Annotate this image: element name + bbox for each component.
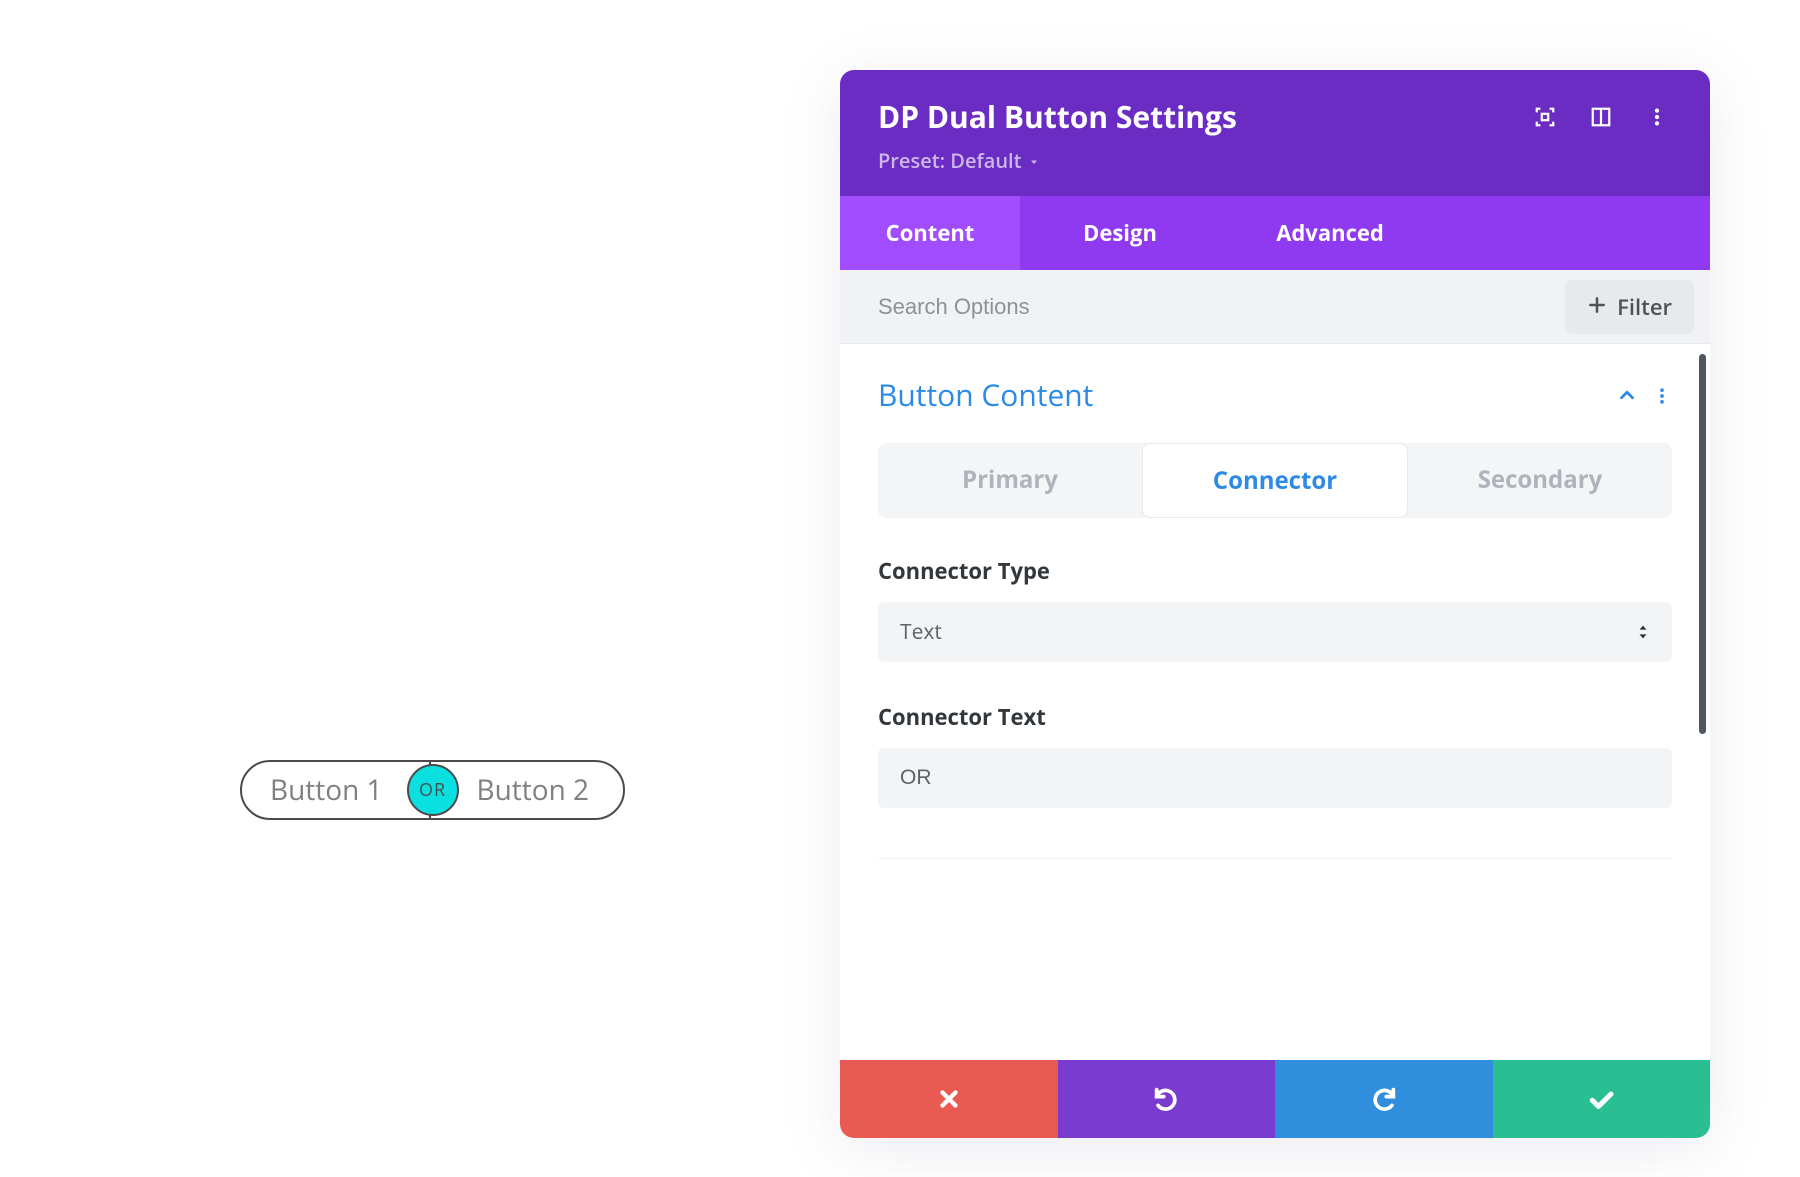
check-icon [1586, 1084, 1616, 1114]
columns-icon[interactable] [1590, 106, 1612, 128]
primary-button[interactable]: Button 1 [240, 760, 431, 820]
cancel-button[interactable] [840, 1060, 1058, 1138]
redo-button[interactable] [1275, 1060, 1493, 1138]
tab-design[interactable]: Design [1020, 196, 1220, 270]
scrollbar-thumb[interactable] [1699, 354, 1706, 734]
tab-advanced[interactable]: Advanced [1220, 196, 1440, 270]
dual-button-preview: Button 1 Button 2 OR [240, 760, 625, 820]
panel-header: DP Dual Button Settings [840, 70, 1710, 196]
main-tabs: Content Design Advanced [840, 196, 1710, 270]
save-button[interactable] [1493, 1060, 1711, 1138]
section-header[interactable]: Button Content [878, 374, 1672, 415]
panel-footer [840, 1060, 1710, 1138]
caret-down-icon [1028, 147, 1040, 174]
close-icon [936, 1086, 962, 1112]
expand-icon[interactable] [1534, 106, 1556, 128]
section-title: Button Content [878, 374, 1616, 415]
select-caret-icon [1636, 622, 1650, 642]
filter-label: Filter [1617, 292, 1672, 322]
section-divider [878, 858, 1672, 859]
connector-type-value: Text [900, 618, 1636, 646]
connector-text-input[interactable] [878, 748, 1672, 808]
connector-type-select[interactable]: Text [878, 602, 1672, 662]
panel-body: Button Content Primary Co [840, 344, 1710, 1060]
plus-icon [1587, 292, 1607, 322]
subtab-secondary[interactable]: Secondary [1408, 443, 1672, 518]
kebab-menu-icon[interactable] [1652, 374, 1672, 415]
subtab-primary[interactable]: Primary [878, 443, 1142, 518]
settings-panel: DP Dual Button Settings [840, 70, 1710, 1138]
search-input[interactable] [878, 294, 1565, 320]
search-row: Filter [840, 270, 1710, 344]
redo-icon [1370, 1085, 1398, 1113]
content-subtabs: Primary Connector Secondary [878, 443, 1672, 518]
panel-title: DP Dual Button Settings [878, 96, 1534, 137]
connector-type-label: Connector Type [878, 556, 1672, 586]
connector-text-label: Connector Text [878, 702, 1672, 732]
subtab-connector[interactable]: Connector [1142, 443, 1408, 518]
connector-badge: OR [407, 764, 459, 816]
chevron-up-icon[interactable] [1616, 374, 1638, 415]
undo-button[interactable] [1058, 1060, 1276, 1138]
tab-content[interactable]: Content [840, 196, 1020, 270]
undo-icon [1152, 1085, 1180, 1113]
filter-button[interactable]: Filter [1565, 280, 1694, 334]
preset-selector[interactable]: Preset: Default [878, 147, 1676, 174]
preset-label: Preset: Default [878, 147, 1022, 174]
kebab-menu-icon[interactable] [1646, 106, 1668, 128]
dual-button: Button 1 Button 2 OR [240, 760, 625, 820]
